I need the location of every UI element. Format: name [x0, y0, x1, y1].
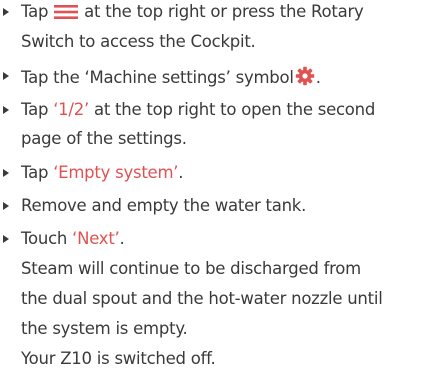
step-6-result-line: Your Z10 is switched off.	[21, 349, 216, 368]
bullet-icon	[3, 202, 9, 210]
step-3-text-b: at the top right to open the second	[88, 100, 376, 119]
step-2-text-a: Tap the ‘Machine settings’ symbol	[21, 68, 294, 87]
step-6-result-line: the system is empty.	[21, 319, 188, 338]
bullet-icon	[3, 235, 9, 243]
step-1-text-b: at the top right or press the Rotary	[79, 2, 364, 21]
step-1: Tap at the top right or press the Rotary	[0, 2, 364, 22]
step-5: Remove and empty the water tank.	[0, 196, 306, 216]
step-3-line-2: page of the settings.	[21, 129, 187, 148]
step-4: Tap ‘Empty system’.	[0, 163, 184, 183]
step-4-text-a: Tap	[21, 163, 54, 182]
step-6-result-line: the dual spout and the hot-water nozzle …	[21, 289, 383, 308]
step-6-highlight: ‘Next’	[72, 229, 120, 248]
step-6-text-b: .	[119, 229, 125, 248]
step-3-text-a: Tap	[21, 100, 54, 119]
step-2-text-b: .	[315, 68, 321, 87]
step-1-text-a: Tap	[21, 2, 54, 21]
gear-icon	[295, 66, 314, 86]
step-6: Touch ‘Next’.	[0, 229, 125, 249]
bullet-icon	[3, 169, 9, 177]
step-3: Tap ‘1/2’ at the top right to open the s…	[0, 100, 375, 120]
step-1-line-2: Switch to access the Cockpit.	[21, 32, 256, 51]
step-5-text: Remove and empty the water tank.	[21, 196, 307, 215]
step-4-text-b: .	[178, 163, 184, 182]
bullet-icon	[3, 106, 9, 114]
bullet-icon	[3, 72, 9, 80]
step-6-text-a: Touch	[21, 229, 73, 248]
bullet-icon	[3, 8, 9, 16]
step-6-result-line: Steam will continue to be discharged fro…	[21, 259, 361, 278]
step-3-highlight: ‘1/2’	[53, 100, 89, 119]
menu-icon	[54, 5, 79, 19]
step-4-highlight: ‘Empty system’	[53, 163, 179, 182]
step-2: Tap the ‘Machine settings’ symbol .	[0, 66, 321, 88]
